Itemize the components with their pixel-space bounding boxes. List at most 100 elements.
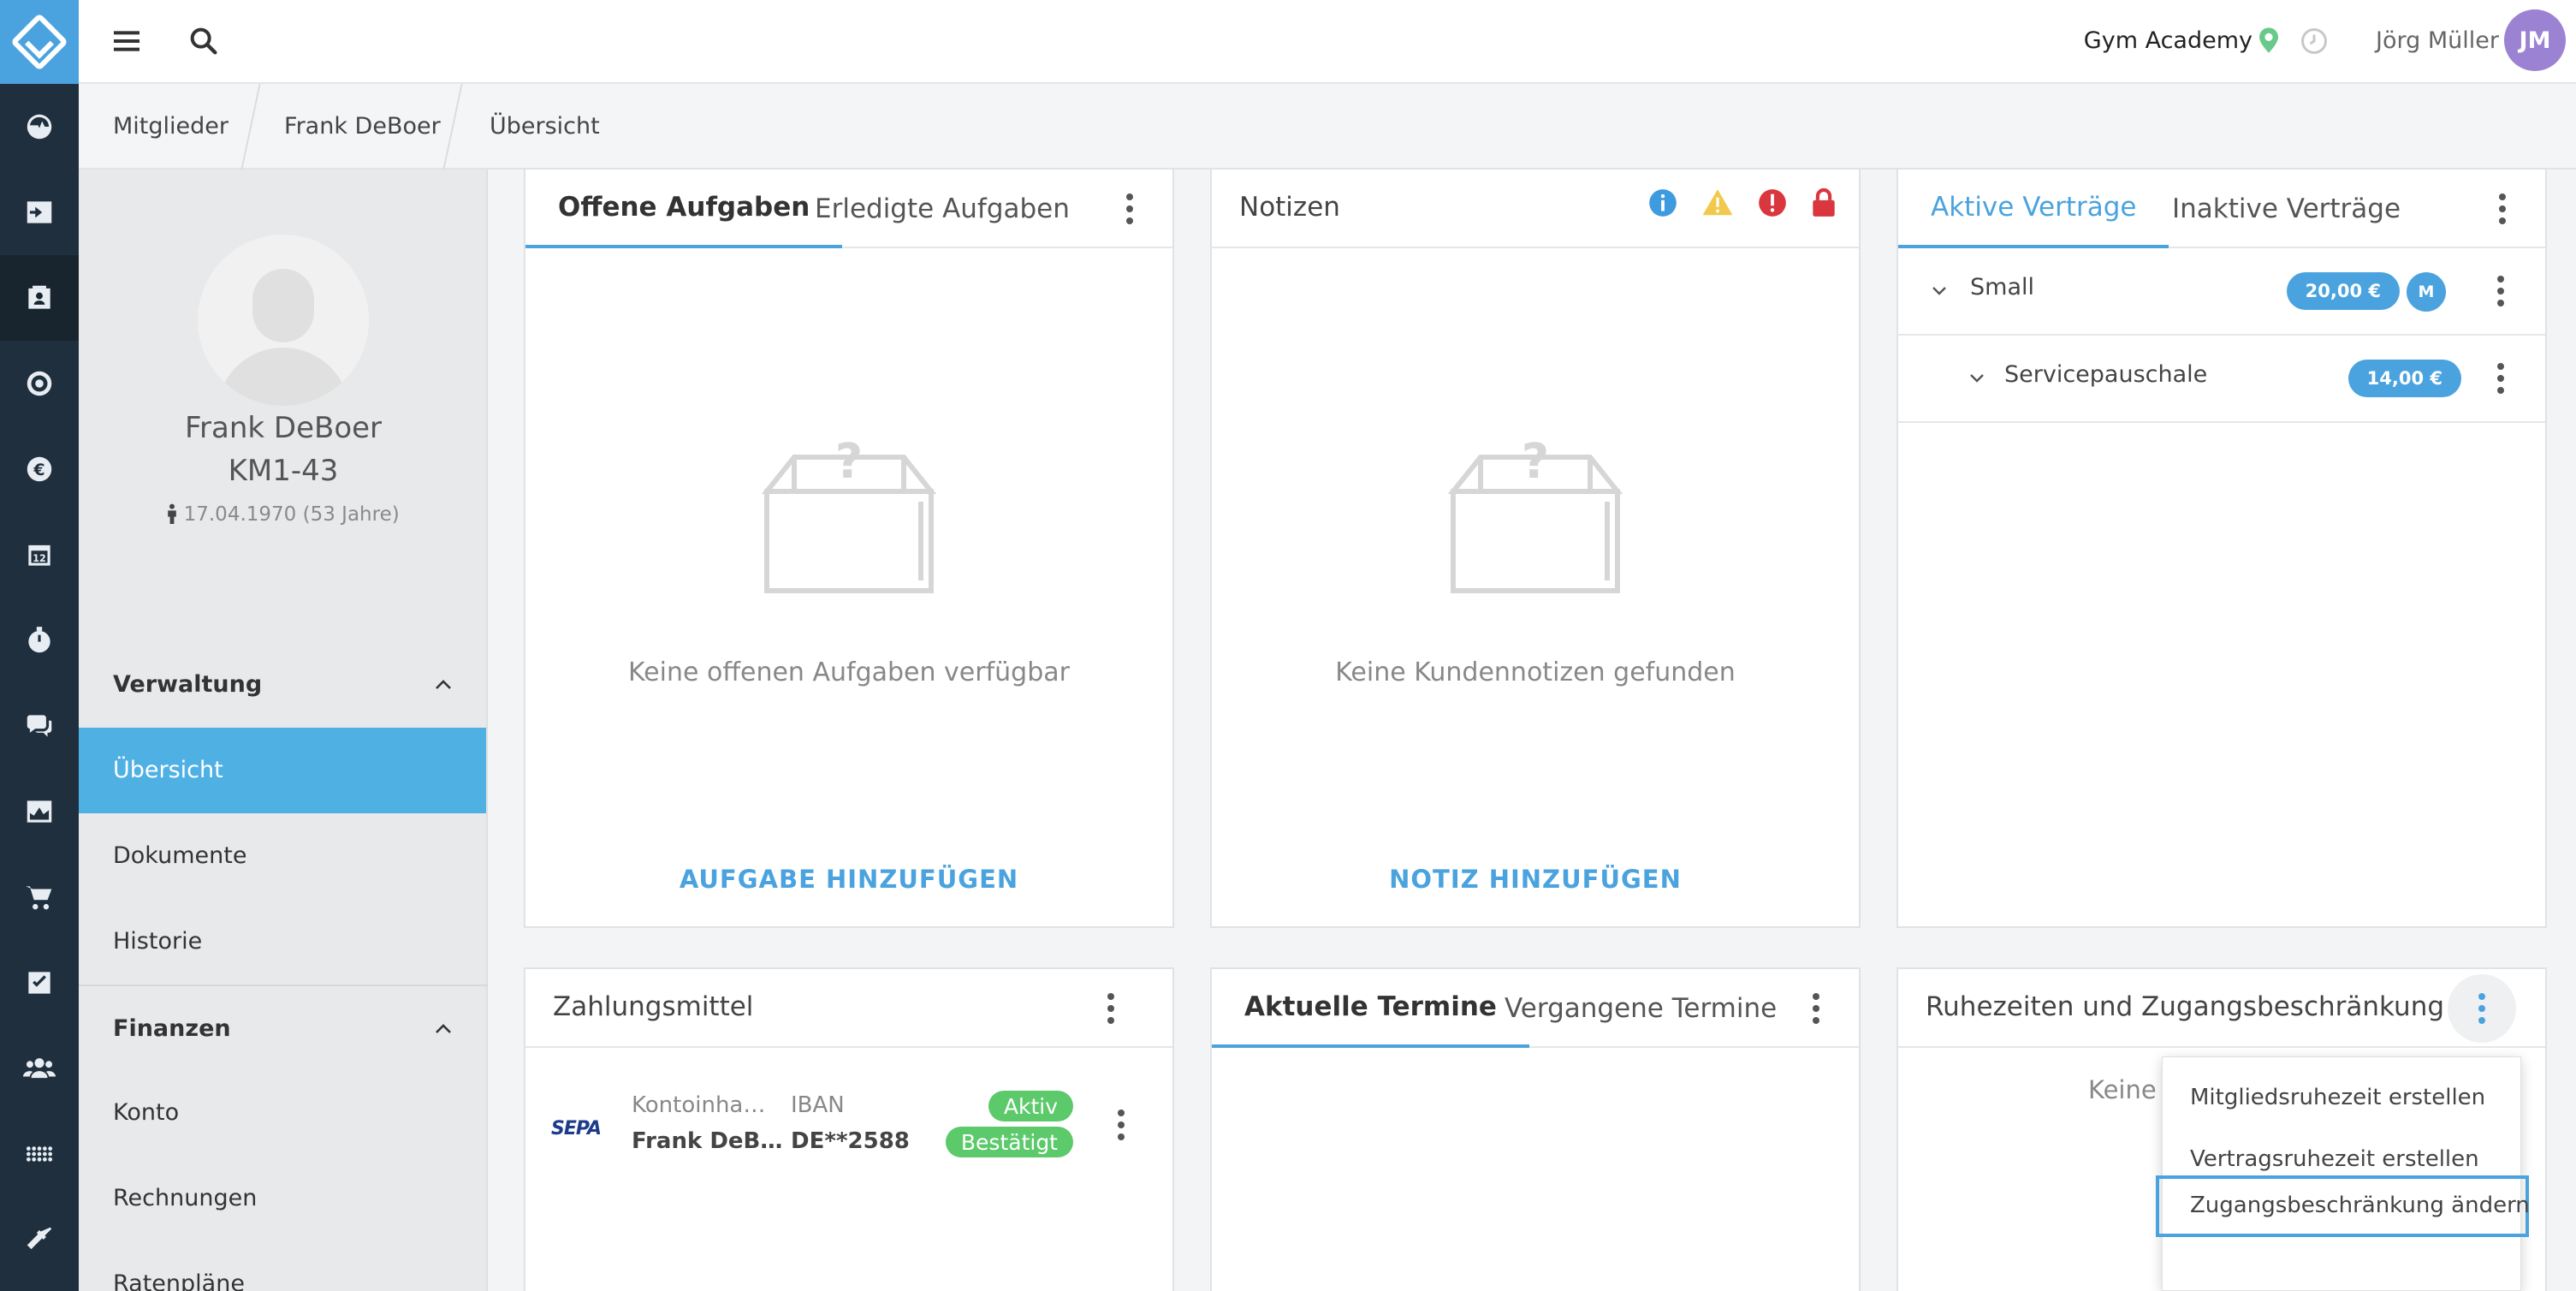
contract-row[interactable]: Servicepauschale 14,00 € (1898, 336, 2545, 423)
logo-icon (10, 13, 68, 71)
svg-text:€: € (33, 461, 45, 479)
payment-method-row[interactable]: SEPA Kontoinha… Frank DeB… IBAN DE**2588… (525, 1048, 1172, 1185)
more-vert-icon[interactable] (2484, 265, 2518, 317)
calendar-icon[interactable]: 12 (0, 512, 79, 598)
more-vert-icon[interactable] (1104, 1099, 1138, 1151)
payment-card: Zahlungsmittel SEPA Kontoinha… Frank DeB… (524, 967, 1174, 1291)
rest-title: Ruhezeiten und Zugangsbeschränkung (1926, 991, 2445, 1022)
sidebar-section-verwaltung[interactable]: Verwaltung (79, 642, 488, 728)
add-task-button[interactable]: AUFGABE HINZUFÜGEN (525, 865, 1172, 894)
notes-card-header: Notizen (1212, 170, 1859, 248)
info-icon[interactable] (1647, 187, 1679, 219)
lock-icon[interactable] (1807, 187, 1840, 219)
sidebar-item-dokumente[interactable]: Dokumente (79, 813, 486, 899)
more-vert-icon[interactable] (1799, 983, 1833, 1034)
devices-icon[interactable] (0, 1111, 79, 1197)
more-vert-icon[interactable] (2485, 183, 2520, 235)
add-note-button[interactable]: NOTIZ HINZUFÜGEN (1212, 865, 1859, 894)
notes-empty-text: Keine Kundennotizen gefunden (1335, 657, 1736, 687)
breadcrumb-separator (240, 84, 261, 170)
menu-item-access-restriction[interactable]: Zugangsbeschränkung ändern (2156, 1175, 2530, 1237)
chevron-down-icon[interactable] (1929, 281, 1950, 301)
sidebar-item-ratenplaene[interactable]: Ratenpläne (79, 1241, 486, 1291)
stopwatch-icon[interactable] (0, 598, 79, 683)
payment-title: Zahlungsmittel (553, 991, 754, 1022)
tasks-empty-text: Keine offenen Aufgaben verfügbar (628, 657, 1070, 687)
tab-inactive-contracts[interactable]: Inaktive Verträge (2140, 170, 2433, 248)
empty-box-icon: ? (761, 434, 937, 593)
breadcrumb-member[interactable]: Frank DeBoer (284, 113, 441, 140)
chevron-up-icon (436, 680, 451, 689)
chart-icon[interactable] (0, 769, 79, 854)
appointments-card: Aktuelle Termine Vergangene Termine (1210, 967, 1861, 1291)
tools-icon[interactable] (0, 1197, 79, 1282)
svg-text:12: 12 (33, 553, 45, 564)
sidebar-item-konto[interactable]: Konto (79, 1070, 486, 1156)
menu-item-member-rest[interactable]: Mitgliedsruhezeit erstellen (2163, 1068, 2522, 1129)
target-icon[interactable] (0, 341, 79, 426)
price-badge: 14,00 € (2347, 360, 2461, 397)
more-vert-icon[interactable] (2484, 353, 2518, 404)
contract-label: Servicepauschale (2004, 361, 2208, 388)
member-avatar[interactable] (198, 235, 369, 406)
breadcrumb-separator (442, 84, 463, 170)
chevron-up-icon (436, 1024, 451, 1033)
sidebar-section-finanzen[interactable]: Finanzen (79, 986, 488, 1072)
search-icon[interactable] (187, 24, 221, 58)
user-name[interactable]: Jörg Müller (2376, 27, 2499, 54)
price-badge: 20,00 € (2286, 272, 2400, 310)
rest-access-card-header: Ruhezeiten und Zugangsbeschränkung (1898, 969, 2545, 1048)
error-icon[interactable] (1756, 187, 1789, 219)
more-vert-icon[interactable] (2465, 983, 2499, 1034)
contracts-card: Aktive Verträge Inaktive Verträge Small … (1896, 168, 2547, 928)
user-avatar[interactable]: JM (2504, 9, 2566, 71)
status-badge-active: Aktiv (988, 1091, 1073, 1121)
status-badge-confirmed: Bestätigt (945, 1127, 1073, 1157)
iban-label: IBAN (791, 1092, 845, 1118)
member-id: KM1-43 (228, 454, 339, 488)
iban-value: DE**2588 (791, 1128, 910, 1154)
groups-icon[interactable] (0, 1026, 79, 1111)
holder-label: Kontoinha… (632, 1092, 766, 1118)
contract-row[interactable]: Small 20,00 € M (1898, 248, 2545, 336)
rest-empty-text: Keine (2088, 1075, 2157, 1104)
chat-icon[interactable] (0, 683, 79, 769)
notes-card: Notizen ? Keine Kundennotizen gefunden N… (1210, 168, 1861, 928)
holder-value: Frank DeB… (632, 1128, 783, 1154)
tab-past-appointments[interactable]: Vergangene Termine (1472, 969, 1809, 1048)
breadcrumb: Mitglieder Frank DeBoer Übersicht (79, 84, 2576, 170)
member-sidebar: Frank DeBoer KM1-43 17.04.1970 (53 Jahre… (79, 170, 488, 1291)
more-vert-icon[interactable] (1094, 983, 1128, 1034)
sepa-logo: SEPA (551, 1118, 602, 1139)
cart-icon[interactable] (0, 854, 79, 940)
tasks-icon[interactable] (0, 940, 79, 1026)
sidebar-item-rechnungen[interactable]: Rechnungen (79, 1156, 486, 1241)
rest-actions-menu: Mitgliedsruhezeit erstellen Vertragsruhe… (2156, 1056, 2530, 1291)
location-pin-icon (2259, 27, 2278, 53)
hamburger-menu-icon[interactable] (110, 24, 144, 58)
chevron-down-icon[interactable] (1967, 368, 1987, 389)
breadcrumb-members[interactable]: Mitglieder (113, 113, 229, 140)
empty-box-icon: ? (1447, 434, 1623, 593)
appointments-card-header: Aktuelle Termine Vergangene Termine (1212, 969, 1859, 1048)
clock-icon[interactable] (2299, 26, 2330, 57)
top-bar: Gym Academy Jörg Müller JM (79, 0, 2576, 84)
sidebar-item-historie[interactable]: Historie (79, 899, 486, 985)
app-logo[interactable] (0, 0, 79, 84)
app-nav-rail: € 12 (0, 0, 79, 1291)
sidebar-item-uebersicht[interactable]: Übersicht (79, 728, 486, 813)
notes-title: Notizen (1239, 192, 1340, 223)
members-icon[interactable] (0, 255, 79, 341)
euro-icon[interactable]: € (0, 426, 79, 512)
warning-icon[interactable] (1701, 187, 1734, 219)
dashboard-icon[interactable] (0, 84, 79, 170)
more-vert-icon[interactable] (1113, 183, 1147, 235)
svg-text:?: ? (835, 434, 863, 490)
tab-done-tasks[interactable]: Erledigte Aufgaben (782, 170, 1102, 248)
person-icon (168, 503, 177, 524)
checkin-icon[interactable] (0, 170, 79, 255)
member-dob: 17.04.1970 (53 Jahre) (79, 503, 488, 526)
tasks-card-header: Offene Aufgaben Erledigte Aufgaben (525, 170, 1172, 248)
tab-active-contracts[interactable]: Aktive Verträge (1898, 170, 2169, 248)
gym-name[interactable]: Gym Academy (2084, 27, 2253, 54)
